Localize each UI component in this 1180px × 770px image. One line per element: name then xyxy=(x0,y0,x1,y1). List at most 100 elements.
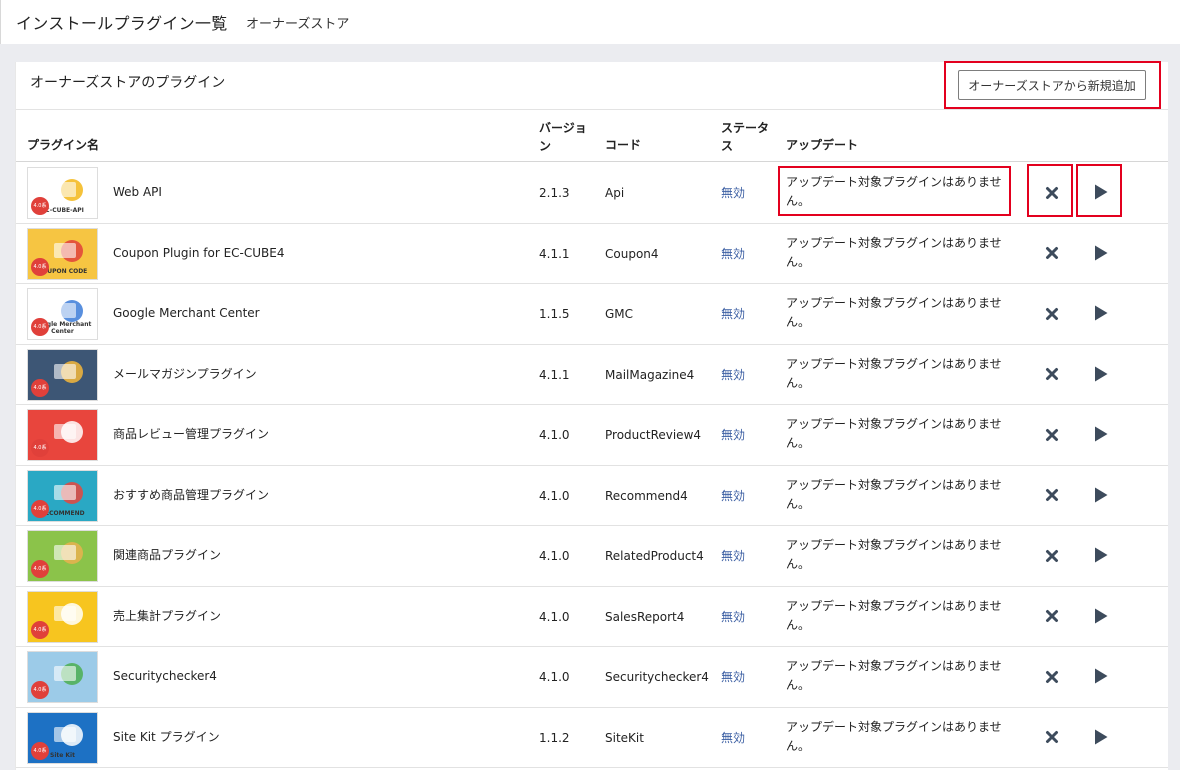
plugin-code: GMC xyxy=(605,307,634,321)
version-badge: 4.0系 対応 xyxy=(31,560,49,578)
uninstall-button[interactable] xyxy=(1040,545,1064,569)
play-icon xyxy=(1093,183,1109,205)
version-badge: 4.0系 対応 xyxy=(31,741,49,760)
add-from-store-button[interactable]: オーナーズストアから新規追加 xyxy=(958,70,1146,100)
plugin-update-info: アップデート対象プラグインはありません。 xyxy=(786,477,1002,511)
close-icon xyxy=(1045,729,1059,748)
plugin-table-body: EC-CUBE-API4.0系 対応Web API2.1.3Api無効アップデー… xyxy=(16,163,1168,768)
plugin-thumbnail: Google Merchant Center4.0系 対応 xyxy=(27,288,98,340)
plugin-thumbnail: 4.0系 対応 xyxy=(27,348,98,401)
uninstall-button[interactable] xyxy=(1040,606,1064,630)
plugin-version: 1.1.2 xyxy=(539,730,570,745)
plugin-update-info: アップデート対象プラグインはありません。 xyxy=(786,175,1002,208)
uninstall-button[interactable] xyxy=(1040,666,1064,690)
plugin-update-info: アップデート対象プラグインはありません。 xyxy=(786,598,1002,632)
plugin-thumbnail: RECOMMEND4.0系 対応 xyxy=(27,469,98,522)
plugin-version: 1.1.5 xyxy=(539,307,570,321)
table-row: RECOMMEND4.0系 対応おすすめ商品管理プラグイン 4.1.0 Recomm… xyxy=(16,466,1168,526)
uninstall-button[interactable] xyxy=(1040,727,1064,751)
header-plugin-name: プラグイン名 xyxy=(27,138,100,152)
version-badge: 4.0系 対応 xyxy=(31,499,49,518)
plugin-update-info: アップデート対象プラグインはありません。 xyxy=(786,417,1002,450)
plugin-status-link[interactable]: 無効 xyxy=(721,546,745,566)
header-status: ステータス xyxy=(721,121,770,153)
plugin-status-link[interactable]: 無効 xyxy=(721,728,745,748)
plugin-code: ProductReview4 xyxy=(605,428,702,442)
header-version: バージョン xyxy=(539,121,587,153)
plugin-name: メールマガジンプラグイン xyxy=(113,366,257,381)
page-subtitle: オーナーズストア xyxy=(246,17,350,32)
play-icon xyxy=(1093,667,1109,689)
version-badge: 4.0系 対応 xyxy=(31,197,49,215)
plugin-thumbnail: Site Kit4.0系 対応 xyxy=(27,711,98,764)
plugin-card: オーナーズストアのプラグイン オーナーズストアから新規追加 プラグイン名 バージ… xyxy=(15,62,1168,770)
plugin-update-info: アップデート対象プラグインはありません。 xyxy=(786,719,1002,753)
close-icon xyxy=(1045,306,1059,325)
plugin-code: MailMagazine4 xyxy=(605,367,695,382)
page-title: インストールプラグイン一覧 xyxy=(16,14,228,33)
enable-button[interactable] xyxy=(1089,243,1113,267)
plugin-status-link[interactable]: 無効 xyxy=(721,425,745,445)
plugin-name: 関連商品プラグイン xyxy=(113,548,222,562)
version-badge: 4.0系 対応 xyxy=(31,439,49,457)
plugin-status-link[interactable]: 無効 xyxy=(721,183,745,203)
uninstall-button[interactable] xyxy=(1040,424,1064,448)
plugin-status-link[interactable]: 無効 xyxy=(721,365,745,385)
header-code: コード xyxy=(605,138,642,152)
uninstall-button[interactable] xyxy=(1040,364,1064,388)
play-icon xyxy=(1093,546,1109,568)
plugin-version: 4.1.0 xyxy=(539,549,570,563)
plugin-update-info: アップデート対象プラグインはありません。 xyxy=(786,296,1002,329)
uninstall-button[interactable] xyxy=(1040,182,1064,206)
enable-button[interactable] xyxy=(1089,424,1113,448)
enable-button[interactable] xyxy=(1089,606,1113,630)
play-icon xyxy=(1093,365,1109,387)
enable-button[interactable] xyxy=(1089,303,1113,327)
enable-button[interactable] xyxy=(1089,666,1113,690)
plugin-thumbnail: COUPON CODE4.0系 対応 xyxy=(27,227,98,280)
plugin-name: Securitychecker4 xyxy=(113,669,217,683)
play-icon xyxy=(1093,607,1109,629)
uninstall-button[interactable] xyxy=(1040,303,1064,327)
plugin-code: SalesReport4 xyxy=(605,609,685,624)
plugin-name: 商品レビュー管理プラグイン xyxy=(113,427,270,441)
plugin-status-link[interactable]: 無効 xyxy=(721,667,745,687)
plugin-code: Recommend4 xyxy=(605,488,688,503)
plugin-thumbnail: EC-CUBE-API4.0系 対応 xyxy=(27,167,98,219)
plugin-version: 4.1.0 xyxy=(539,428,570,442)
close-icon xyxy=(1045,185,1059,204)
play-icon xyxy=(1093,728,1109,750)
enable-button[interactable] xyxy=(1089,727,1113,751)
plugin-status-link[interactable]: 無効 xyxy=(721,244,745,264)
plugin-thumbnail: 4.0系 対応 xyxy=(27,409,98,461)
plugin-name: 売上集計プラグイン xyxy=(113,608,222,623)
play-icon xyxy=(1093,304,1109,326)
enable-button[interactable] xyxy=(1089,364,1113,388)
plugin-version: 4.1.1 xyxy=(539,367,570,382)
play-icon xyxy=(1093,486,1109,508)
plugin-status-link[interactable]: 無効 xyxy=(721,486,745,506)
table-row: 4.0系 対応 Securitychecker4 4.1.0 Securitychec… xyxy=(16,647,1168,708)
enable-button[interactable] xyxy=(1089,485,1113,509)
table-row: 4.0系 対応 商品レビュー管理プラグイン 4.1.0 ProductReview4 無… xyxy=(16,405,1168,466)
close-icon xyxy=(1045,548,1059,567)
table-row: COUPON CODE4.0系 対応 Coupon Plugin for EC-C… xyxy=(16,224,1168,284)
plugin-name: おすすめ商品管理プラグイン xyxy=(113,487,270,502)
plugin-code: SiteKit xyxy=(605,730,644,745)
plugin-update-info: アップデート対象プラグインはありません。 xyxy=(786,356,1002,390)
plugin-name: Web API xyxy=(113,185,162,199)
plugin-status-link[interactable]: 無効 xyxy=(721,607,745,627)
version-badge: 4.0系 対応 xyxy=(31,378,49,397)
plugin-update-info: アップデート対象プラグインはありません。 xyxy=(786,538,1002,571)
uninstall-button[interactable] xyxy=(1040,243,1064,267)
enable-button[interactable] xyxy=(1089,545,1113,569)
close-icon xyxy=(1045,487,1059,506)
table-row: 4.0系 対応 売上集計プラグイン 4.1.0 SalesReport4 無効 アップデー… xyxy=(16,587,1168,647)
uninstall-button[interactable] xyxy=(1040,485,1064,509)
plugin-name: Site Kit プラグイン xyxy=(113,729,220,744)
plugin-version: 2.1.3 xyxy=(539,186,570,200)
enable-button[interactable] xyxy=(1089,182,1113,206)
plugin-status-link[interactable]: 無効 xyxy=(721,304,745,324)
play-icon xyxy=(1093,425,1109,447)
plugin-code: Coupon4 xyxy=(605,246,659,261)
